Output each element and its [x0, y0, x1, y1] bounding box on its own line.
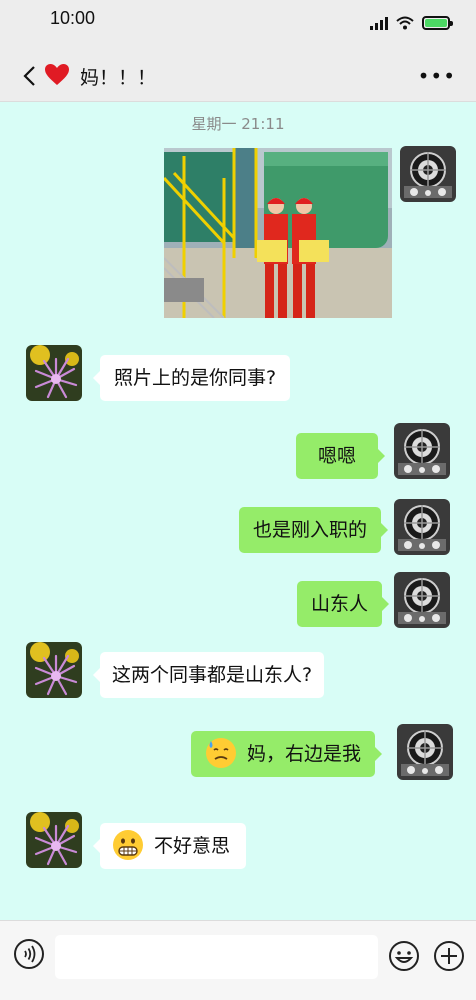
message-text: 嗯嗯: [318, 445, 357, 467]
mom-avatar[interactable]: [26, 345, 82, 401]
message-bubble-sent[interactable]: 也是刚入职的: [239, 507, 389, 553]
message-text: 这两个同事都是山东人?: [112, 664, 313, 686]
battery-charging-icon: [422, 16, 453, 30]
mom-avatar-image: [26, 812, 82, 868]
mom-avatar-image: [26, 642, 82, 698]
self-avatar[interactable]: [397, 724, 453, 780]
emoji-icon[interactable]: [388, 940, 420, 972]
message-input[interactable]: [55, 935, 378, 979]
message-bubble-sent[interactable]: 嗯嗯: [296, 433, 386, 479]
voice-icon[interactable]: [13, 938, 45, 970]
message-bubble-received[interactable]: 这两个同事都是山东人?: [92, 652, 325, 698]
chevron-left-icon[interactable]: [18, 64, 42, 88]
grimacing-emoji-icon: [113, 829, 143, 860]
status-bar: 10:00: [0, 0, 476, 50]
self-avatar[interactable]: [400, 146, 456, 202]
self-avatar[interactable]: [394, 499, 450, 555]
heart-emoji-icon: [45, 64, 69, 85]
self-avatar-image: [394, 572, 450, 628]
chat-title: 妈！！！: [80, 67, 157, 89]
message-bubble-sent[interactable]: 妈，右边是我: [191, 731, 383, 777]
message-bubble-sent[interactable]: 山东人: [297, 581, 390, 627]
shared-photo: [164, 148, 392, 318]
message-text: 照片上的是你同事?: [114, 367, 277, 389]
mom-avatar[interactable]: [26, 812, 82, 868]
self-avatar-image: [394, 499, 450, 555]
message-text: 也是刚入职的: [253, 519, 368, 541]
message-bubble-received[interactable]: 照片上的是你同事?: [92, 355, 291, 401]
more-dots-icon[interactable]: •••: [418, 64, 456, 88]
status-icons: [370, 16, 453, 30]
self-avatar[interactable]: [394, 423, 450, 479]
image-message[interactable]: [164, 148, 392, 318]
mom-avatar-image: [26, 345, 82, 401]
self-avatar-image: [397, 724, 453, 780]
message-text: 妈，右边是我: [247, 743, 362, 765]
message-text: 山东人: [311, 593, 369, 615]
mom-avatar[interactable]: [26, 642, 82, 698]
message-bubble-received[interactable]: 不好意思: [92, 823, 247, 869]
message-timestamp: 星期一 21:11: [191, 115, 285, 133]
sweat-smile-emoji-icon: [206, 737, 236, 768]
self-avatar-image: [400, 146, 456, 202]
wifi-icon: [396, 16, 414, 30]
self-avatar-image: [394, 423, 450, 479]
status-time: 10:00: [50, 8, 96, 28]
plus-icon[interactable]: [433, 940, 465, 972]
signal-icon: [370, 16, 388, 30]
message-text: 不好意思: [154, 835, 231, 857]
chat-header: 妈！！！ •••: [0, 50, 476, 102]
self-avatar[interactable]: [394, 572, 450, 628]
